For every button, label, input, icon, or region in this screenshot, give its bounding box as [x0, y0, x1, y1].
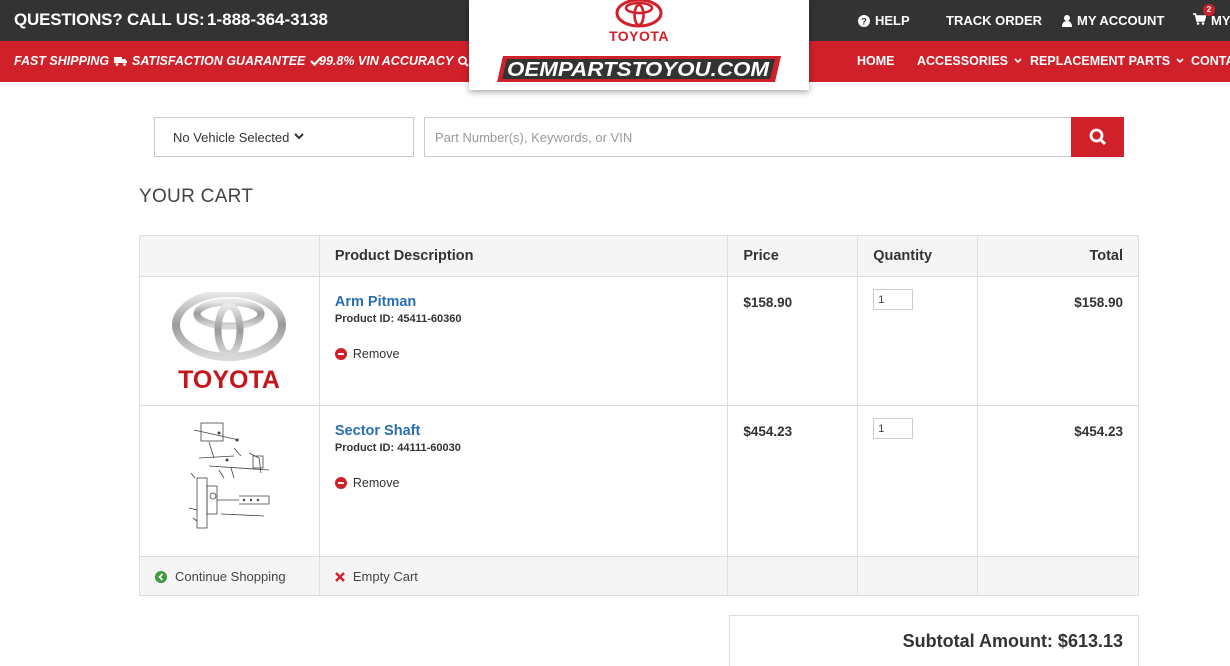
cart-link[interactable]: 2 MY — [1193, 4, 1230, 28]
product-id: Product ID: 45411-60360 — [334, 313, 462, 325]
subtotal-box: Subtotal Amount: $613.13 — [729, 615, 1139, 666]
footer-empty-cell — [727, 556, 859, 596]
my-account-label: MY ACCOUNT — [1077, 13, 1165, 28]
toyota-logo-image: TOYOTA — [172, 289, 287, 394]
product-description: Sector Shaft Product ID: 44111-60030 Rem… — [318, 405, 729, 557]
my-account-link[interactable]: MY ACCOUNT — [1062, 13, 1164, 28]
fast-shipping-feature: FAST SHIPPING — [14, 54, 128, 68]
nav-contact[interactable]: CONTA — [1191, 54, 1230, 68]
header-quantity: Quantity — [857, 235, 979, 277]
search-input[interactable] — [424, 117, 1072, 157]
chevron-down-icon — [1014, 58, 1022, 64]
nav-accessories-label: ACCESSORIES — [917, 54, 1008, 68]
site-logo[interactable]: TOYOTA OEMPARTSTOYOU.COM — [469, 0, 809, 90]
search-button[interactable] — [1071, 117, 1124, 157]
empty-cart-cell: Empty Cart — [318, 556, 729, 596]
questions-label: QUESTIONS? CALL US: — [14, 10, 205, 29]
minus-circle-icon — [334, 477, 347, 489]
product-id: Product ID: 44111-60030 — [334, 442, 461, 454]
satisfaction-label: SATISFACTION GUARANTEE — [132, 54, 306, 68]
product-image[interactable] — [139, 405, 320, 557]
product-name-link[interactable]: Sector Shaft — [335, 423, 712, 439]
nav-accessories[interactable]: ACCESSORIES — [917, 54, 1022, 68]
header-image — [139, 235, 320, 277]
cart-row: TOYOTA Arm Pitman Product ID: 45411-6036… — [139, 276, 1139, 406]
cart-count-badge: 2 — [1203, 4, 1215, 16]
vehicle-selector[interactable]: No Vehicle Selected — [154, 117, 414, 157]
quantity-cell — [857, 405, 979, 557]
cart-footer-row: Continue Shopping Empty Cart — [139, 556, 1139, 596]
footer-empty-cell — [977, 556, 1139, 596]
search-icon — [1089, 128, 1106, 146]
header-price: Price — [727, 235, 859, 277]
user-icon — [1062, 14, 1072, 27]
product-description: Arm Pitman Product ID: 45411-60360 Remov… — [318, 276, 729, 406]
empty-cart-button[interactable]: Empty Cart — [320, 557, 727, 584]
phone-number[interactable]: 1-888-364-3138 — [207, 10, 328, 30]
continue-shopping-label: Continue Shopping — [175, 569, 286, 584]
arrow-left-circle-icon — [155, 570, 167, 583]
brand-name: TOYOTA — [608, 28, 670, 44]
cart-row: Sector Shaft Product ID: 44111-60030 Rem… — [139, 405, 1139, 557]
subtotal-amount: Subtotal Amount: $613.13 — [902, 631, 1123, 651]
cart-label: MY — [1211, 13, 1230, 28]
chevron-down-icon — [294, 133, 305, 140]
footer-empty-cell — [857, 556, 979, 596]
quantity-input[interactable] — [873, 418, 914, 439]
header-total: Total — [977, 235, 1139, 277]
quantity-input[interactable] — [873, 289, 914, 310]
question-circle-icon: ? — [858, 14, 870, 27]
product-image[interactable]: TOYOTA — [139, 276, 320, 406]
product-total: $454.23 — [977, 405, 1139, 557]
truck-icon — [114, 57, 128, 66]
vehicle-selector-label: No Vehicle Selected — [173, 130, 290, 145]
continue-shopping-cell: Continue Shopping — [139, 556, 320, 596]
nav-home[interactable]: HOME — [857, 54, 895, 68]
product-total: $158.90 — [977, 276, 1139, 406]
fast-shipping-label: FAST SHIPPING — [14, 54, 110, 68]
remove-label: Remove — [352, 476, 400, 490]
vin-accuracy-feature: 99.8% VIN ACCURACY — [319, 54, 470, 68]
satisfaction-feature: SATISFACTION GUARANTEE — [132, 54, 323, 68]
toyota-emblem-icon — [615, 0, 663, 28]
cart-header-row: Product Description Price Quantity Total — [139, 235, 1139, 277]
product-name-link[interactable]: Arm Pitman — [335, 294, 712, 310]
cart-icon — [1193, 13, 1207, 25]
help-link[interactable]: ? HELP — [858, 13, 910, 28]
svg-text:?: ? — [861, 16, 867, 26]
remove-button[interactable]: Remove — [334, 476, 712, 490]
help-label: HELP — [875, 13, 910, 28]
continue-shopping-button[interactable]: Continue Shopping — [140, 557, 319, 584]
search-icon — [458, 55, 470, 67]
cart-table: Product Description Price Quantity Total… — [139, 235, 1139, 596]
svg-text:OEMPARTSTOYOU.COM: OEMPARTSTOYOU.COM — [507, 59, 770, 81]
product-price: $158.90 — [727, 276, 859, 406]
quantity-cell — [857, 276, 979, 406]
close-icon — [335, 571, 345, 582]
nav-replacement-parts[interactable]: REPLACEMENT PARTS — [1030, 54, 1184, 68]
remove-label: Remove — [352, 347, 400, 361]
minus-circle-icon — [334, 348, 347, 360]
page-title: YOUR CART — [139, 186, 254, 207]
remove-button[interactable]: Remove — [334, 347, 712, 361]
nav-replacement-label: REPLACEMENT PARTS — [1030, 54, 1171, 68]
site-banner-logo: OEMPARTSTOYOU.COM — [497, 56, 781, 82]
parts-diagram-image — [189, 422, 270, 529]
product-price: $454.23 — [727, 405, 859, 557]
empty-cart-label: Empty Cart — [352, 569, 418, 584]
svg-text:TOYOTA: TOYOTA — [179, 366, 281, 392]
chevron-down-icon — [1176, 58, 1184, 64]
header-description: Product Description — [318, 235, 729, 277]
track-order-link[interactable]: TRACK ORDER — [946, 13, 1042, 28]
vin-accuracy-label: 99.8% VIN ACCURACY — [319, 54, 454, 68]
